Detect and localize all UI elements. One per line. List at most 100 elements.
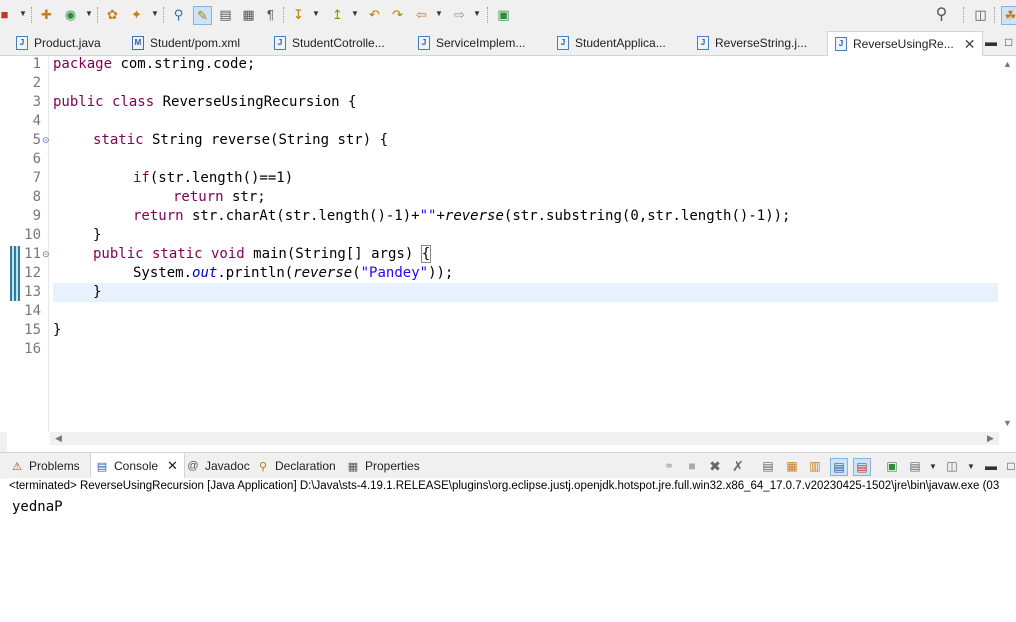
- line-number: 3: [32, 94, 41, 110]
- editor-tab-reverse-string[interactable]: J ReverseString.j...: [697, 31, 807, 54]
- tab-console[interactable]: ▤ Console ✕: [90, 453, 185, 479]
- code-line-11: public static void main(String[] args) {: [53, 245, 1016, 264]
- chevron-down-icon[interactable]: ▼: [19, 8, 27, 20]
- code-token: str;: [223, 189, 266, 205]
- code-token: }: [93, 227, 102, 243]
- back-icon[interactable]: ⇦: [413, 6, 430, 23]
- code-token: (: [352, 265, 361, 281]
- toolbar-separator: [283, 7, 285, 23]
- editor-tab-product-java[interactable]: J Product.java: [16, 31, 101, 54]
- open-console-icon[interactable]: ◫: [944, 458, 960, 474]
- scroll-lock-icon[interactable]: ▦: [784, 458, 800, 474]
- keyword-token: static: [93, 132, 144, 148]
- console-icon: ▤: [96, 460, 108, 473]
- tab-label: Console: [114, 459, 159, 473]
- show-on-stdout-icon[interactable]: ▤: [830, 458, 848, 476]
- vertical-scrollbar[interactable]: ▲ ▼: [999, 56, 1016, 432]
- word-wrap-icon[interactable]: ▥: [807, 458, 823, 474]
- editor-tab-student-pom[interactable]: M Student/pom.xml: [132, 31, 240, 54]
- keyword-token: if: [133, 170, 150, 186]
- toggle-mark-occurrences-icon[interactable]: ✎: [193, 6, 212, 25]
- display-console-icon[interactable]: ▤: [907, 458, 923, 474]
- java-file-icon: J: [557, 35, 569, 50]
- code-line-10: }: [53, 226, 1016, 245]
- minimize-icon[interactable]: ▬: [985, 35, 997, 49]
- toolbar-separator: [963, 7, 965, 23]
- minimize-icon[interactable]: ▬: [983, 458, 999, 474]
- fold-collapse-icon[interactable]: ⊝: [42, 136, 51, 145]
- horizontal-scrollbar[interactable]: ◀ ▶: [50, 432, 999, 445]
- chevron-down-icon[interactable]: ▼: [925, 458, 941, 474]
- line-number: 15: [24, 322, 41, 338]
- chevron-down-icon[interactable]: ▼: [85, 8, 93, 20]
- editor-tab-student-controller[interactable]: J StudentCotrolle...: [274, 31, 385, 54]
- line-number: 13: [24, 284, 41, 300]
- editor-tab-reverse-using-recursion[interactable]: J ReverseUsingRe... ✕: [827, 31, 984, 56]
- scroll-down-icon[interactable]: ▼: [1003, 418, 1012, 428]
- editor-tab-bar: J Product.java M Student/pom.xml J Stude…: [0, 31, 1016, 56]
- open-perspective-icon[interactable]: ◫: [972, 6, 989, 23]
- code-editor[interactable]: 1 2 3 4 5 6 7 8 9 10 11 12 13 14 15 16 ⊝…: [0, 56, 1016, 445]
- scroll-up-icon[interactable]: ▲: [1003, 59, 1012, 69]
- pin-editor-icon[interactable]: ▣: [495, 6, 512, 23]
- line-number: 8: [32, 189, 41, 205]
- chevron-down-icon[interactable]: ▼: [435, 8, 443, 20]
- tab-label: ReverseUsingRe...: [853, 37, 954, 51]
- code-token: (str.substring(0,str.length()-1));: [503, 208, 791, 224]
- close-icon[interactable]: ✕: [167, 458, 178, 474]
- console-output-area[interactable]: yednaP: [0, 495, 1016, 622]
- chevron-down-icon[interactable]: ▼: [151, 8, 159, 20]
- editor-tab-service-impl[interactable]: J ServiceImplem...: [418, 31, 525, 54]
- maximize-icon[interactable]: □: [1005, 35, 1012, 49]
- code-text-area[interactable]: package com.string.code; public class Re…: [53, 56, 998, 432]
- search-references-icon[interactable]: ⚲: [170, 6, 187, 23]
- chevron-down-icon[interactable]: ▼: [312, 8, 320, 20]
- tab-declaration[interactable]: ⚲ Declaration: [256, 453, 336, 479]
- close-icon[interactable]: ✕: [964, 36, 976, 53]
- terminate-icon[interactable]: ■: [684, 458, 700, 474]
- show-on-stderr-icon[interactable]: ▤: [853, 458, 871, 476]
- maven-file-icon: M: [132, 35, 144, 50]
- fold-collapse-icon[interactable]: ⊝: [42, 250, 51, 259]
- line-number: 14: [24, 303, 41, 319]
- line-number: 5: [32, 132, 41, 148]
- new-java-project-icon[interactable]: ✚: [38, 6, 55, 23]
- code-line-13: }: [53, 283, 998, 302]
- next-annotation-icon[interactable]: ↧: [290, 6, 307, 23]
- forward-icon[interactable]: ⇨: [451, 6, 468, 23]
- new-icon[interactable]: ■: [0, 6, 13, 23]
- code-line-15: }: [53, 321, 998, 340]
- remove-all-terminated-icon[interactable]: ✗: [730, 458, 746, 474]
- clear-console-icon[interactable]: ▤: [760, 458, 776, 474]
- keyword-token: package: [53, 56, 113, 72]
- last-edit-forward-icon[interactable]: ↷: [389, 6, 406, 23]
- main-toolbar: ■ ▼ ✚ ◉ ▼ ✿ ✦ ▼ ⚲ ✎ ▤ ▦ ¶ ↧ ▼ ↥ ▼ ↶ ↷ ⇦ …: [0, 0, 1016, 32]
- pin-console-icon[interactable]: ▣: [884, 458, 900, 474]
- scroll-left-icon[interactable]: ◀: [55, 433, 62, 444]
- tab-properties[interactable]: ▦ Properties: [346, 453, 420, 479]
- open-type-icon[interactable]: ✿: [104, 6, 121, 23]
- java-perspective-icon[interactable]: ☘: [1001, 6, 1016, 25]
- show-whitespace-icon[interactable]: ▦: [240, 6, 257, 23]
- run-last-icon[interactable]: ◉: [62, 6, 79, 23]
- console-output-text: yednaP: [12, 499, 63, 515]
- prev-annotation-icon[interactable]: ↥: [329, 6, 346, 23]
- last-edit-icon[interactable]: ↶: [366, 6, 383, 23]
- tab-problems[interactable]: ⚠ Problems: [10, 453, 86, 479]
- link-icon[interactable]: ⚭: [661, 458, 677, 474]
- chevron-down-icon[interactable]: ▼: [473, 8, 481, 20]
- chevron-down-icon[interactable]: ▼: [351, 8, 359, 20]
- paragraph-icon[interactable]: ¶: [262, 6, 279, 23]
- scroll-right-icon[interactable]: ▶: [987, 433, 994, 444]
- tab-label: Declaration: [275, 459, 336, 473]
- toggle-block-selection-icon[interactable]: ▤: [217, 6, 234, 23]
- chevron-down-icon[interactable]: ▼: [963, 458, 979, 474]
- tab-javadoc[interactable]: @ Javadoc: [186, 453, 249, 479]
- code-token: main(String[] args): [244, 246, 422, 262]
- remove-launch-icon[interactable]: ✖: [707, 458, 723, 474]
- code-line-1: package com.string.code;: [53, 55, 998, 74]
- maximize-icon[interactable]: □: [1003, 458, 1016, 474]
- open-task-icon[interactable]: ✦: [128, 6, 145, 23]
- search-icon[interactable]: ⚲: [933, 6, 950, 23]
- editor-tab-student-application[interactable]: J StudentApplica...: [557, 31, 666, 54]
